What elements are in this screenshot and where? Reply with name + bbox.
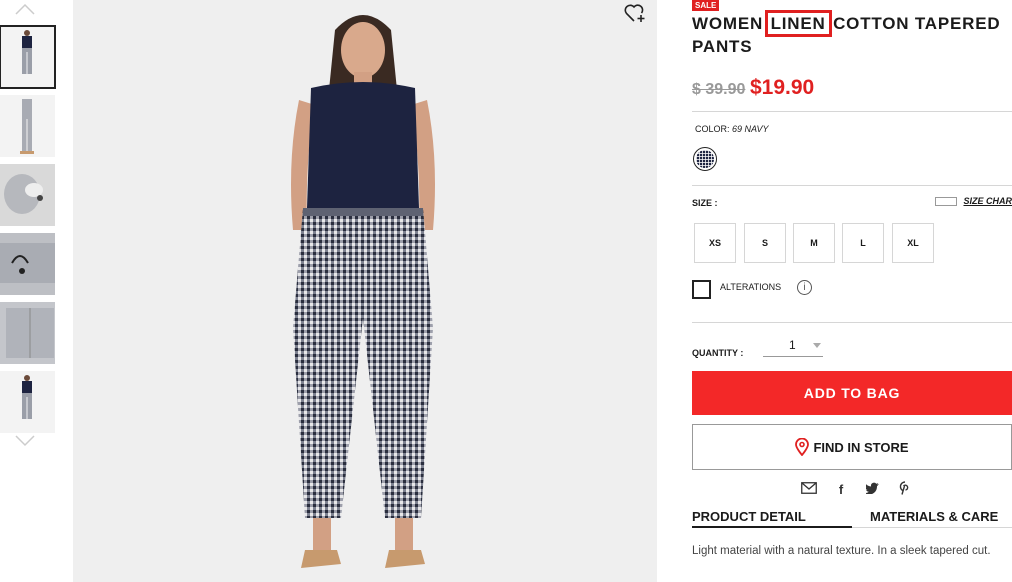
wishlist-heart-icon[interactable]: [624, 3, 646, 23]
divider: [692, 185, 1012, 186]
share-icons: f: [800, 481, 914, 499]
pinterest-icon[interactable]: [896, 481, 914, 499]
product-description: Light material with a natural texture. I…: [692, 545, 991, 557]
thumbnail-5[interactable]: [0, 302, 55, 364]
alterations-label: ALTERATIONS: [720, 282, 782, 292]
size-chart-text: SIZE CHAR: [963, 196, 1012, 206]
title-part: WOMEN: [692, 14, 769, 33]
thumbnail-2[interactable]: [0, 95, 55, 157]
color-label-text: COLOR:: [695, 124, 730, 134]
chevron-up-icon[interactable]: [14, 2, 36, 16]
product-page: SALE WOMEN LINEN COTTON TAPERED PANTS $ …: [0, 0, 1012, 582]
size-option-xl[interactable]: XL: [892, 223, 934, 263]
swatch-fill: [696, 150, 714, 168]
tab-divider: [852, 527, 1012, 528]
color-swatch-navy[interactable]: [693, 147, 717, 171]
tab-materials-care[interactable]: MATERIALS & CARE: [870, 509, 998, 524]
find-in-store-button[interactable]: FIND IN STORE: [692, 424, 1012, 470]
thumbnail-strip: [0, 0, 58, 582]
original-price: $ 39.90: [692, 81, 746, 98]
quantity-select[interactable]: 1: [763, 335, 823, 357]
active-tab-indicator: [692, 526, 852, 528]
size-option-s[interactable]: S: [744, 223, 786, 263]
color-value: 69 NAVY: [732, 124, 769, 134]
add-to-bag-button[interactable]: ADD TO BAG: [692, 371, 1012, 415]
highlighted-word: LINEN: [764, 10, 832, 37]
info-icon[interactable]: i: [797, 280, 812, 295]
thumbnail-4[interactable]: [0, 233, 55, 295]
divider: [692, 322, 1012, 323]
alterations-checkbox[interactable]: [692, 280, 711, 299]
size-option-m[interactable]: M: [793, 223, 835, 263]
main-product-image: [73, 0, 657, 582]
find-in-store-label: FIND IN STORE: [813, 439, 909, 455]
size-chart-link[interactable]: SIZE CHAR: [935, 196, 1012, 206]
twitter-icon[interactable]: [864, 481, 882, 499]
size-option-xs[interactable]: XS: [694, 223, 736, 263]
sale-price: $19.90: [750, 76, 815, 99]
sale-badge: SALE: [692, 0, 720, 11]
divider: [692, 111, 1012, 112]
thumbnail-3[interactable]: [0, 164, 55, 226]
size-option-l[interactable]: L: [842, 223, 884, 263]
quantity-value: 1: [789, 338, 796, 352]
quantity-label: QUANTITY :: [692, 348, 744, 358]
thumbnail-6[interactable]: [0, 371, 55, 433]
mail-icon[interactable]: [800, 481, 818, 499]
size-label: SIZE :: [692, 198, 718, 208]
thumbnail-1[interactable]: [0, 25, 56, 89]
tab-product-detail[interactable]: PRODUCT DETAIL: [692, 509, 806, 524]
location-pin-icon: [795, 438, 810, 456]
color-label: COLOR: 69 NAVY: [695, 124, 769, 134]
ruler-icon: [935, 196, 958, 206]
caret-down-icon: [813, 343, 821, 348]
product-title: WOMEN LINEN COTTON TAPERED PANTS: [692, 10, 1012, 58]
model-photo: [73, 0, 657, 582]
product-info-panel: SALE WOMEN LINEN COTTON TAPERED PANTS $ …: [692, 0, 1012, 582]
facebook-icon[interactable]: f: [832, 481, 850, 499]
chevron-down-icon[interactable]: [14, 434, 36, 448]
